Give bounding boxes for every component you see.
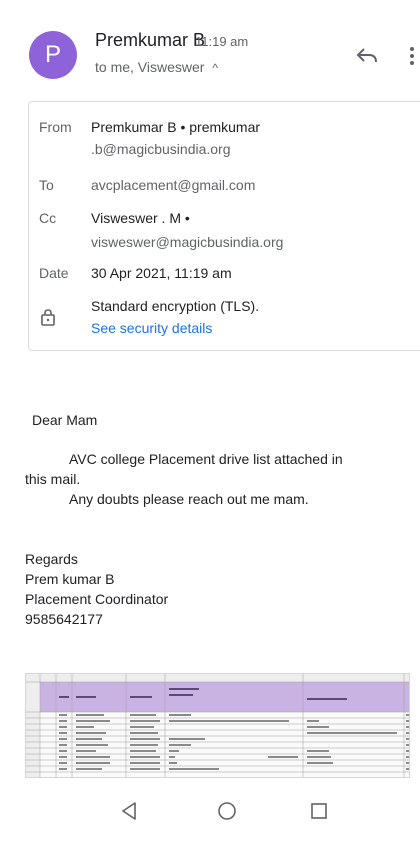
- body-line-1: AVC college Placement drive list attache…: [69, 451, 343, 467]
- recipients-summary: to me, Visweswer: [95, 59, 205, 75]
- reply-icon[interactable]: [356, 46, 378, 64]
- message-header: P Premkumar B 11:19 am to me, Visweswer …: [0, 0, 420, 95]
- cc-label: Cc: [39, 210, 57, 226]
- message-time: 11:19 am: [195, 34, 249, 49]
- security-details-link[interactable]: See security details: [91, 320, 212, 336]
- from-email[interactable]: .b@magicbusindia.org: [91, 141, 231, 157]
- body-line-1b: this mail.: [25, 471, 81, 487]
- signature-phone[interactable]: 9585642177: [25, 611, 103, 627]
- body-line-2: Any doubts please reach out me mam.: [69, 491, 309, 507]
- nav-recent-icon[interactable]: [309, 801, 329, 821]
- date-label: Date: [39, 265, 69, 281]
- spreadsheet-attachment-preview[interactable]: [25, 673, 410, 778]
- date-value: 30 Apr 2021, 11:19 am: [91, 265, 232, 281]
- to-label: To: [39, 177, 54, 193]
- signature-regards: Regards: [25, 551, 78, 567]
- sender-name: Premkumar B: [95, 30, 206, 50]
- recipients-toggle[interactable]: to me, Visweswer ^: [95, 59, 218, 75]
- from-value[interactable]: Premkumar B • premkumar: [91, 119, 260, 135]
- cc-value[interactable]: Visweswer . M •: [91, 210, 190, 226]
- greeting: Dear Mam: [32, 412, 98, 428]
- signature-name: Prem kumar B: [25, 571, 115, 587]
- chevron-up-icon: ^: [212, 61, 218, 75]
- to-value[interactable]: avcplacement@gmail.com: [91, 177, 255, 193]
- nav-home-icon[interactable]: [216, 800, 238, 822]
- signature-title: Placement Coordinator: [25, 591, 169, 607]
- from-label: From: [39, 119, 72, 135]
- cc-email[interactable]: visweswer@magicbusindia.org: [91, 234, 283, 250]
- lock-icon: [41, 309, 55, 326]
- system-nav-bar: [0, 788, 420, 843]
- message-details-panel: From Premkumar B • premkumar .b@magicbus…: [28, 101, 420, 351]
- sender-avatar[interactable]: P: [29, 31, 77, 79]
- spreadsheet-thumbnail-image: [26, 674, 409, 777]
- nav-back-icon[interactable]: [118, 800, 140, 822]
- more-vert-icon[interactable]: [408, 46, 416, 66]
- encryption-text: Standard encryption (TLS).: [91, 298, 260, 314]
